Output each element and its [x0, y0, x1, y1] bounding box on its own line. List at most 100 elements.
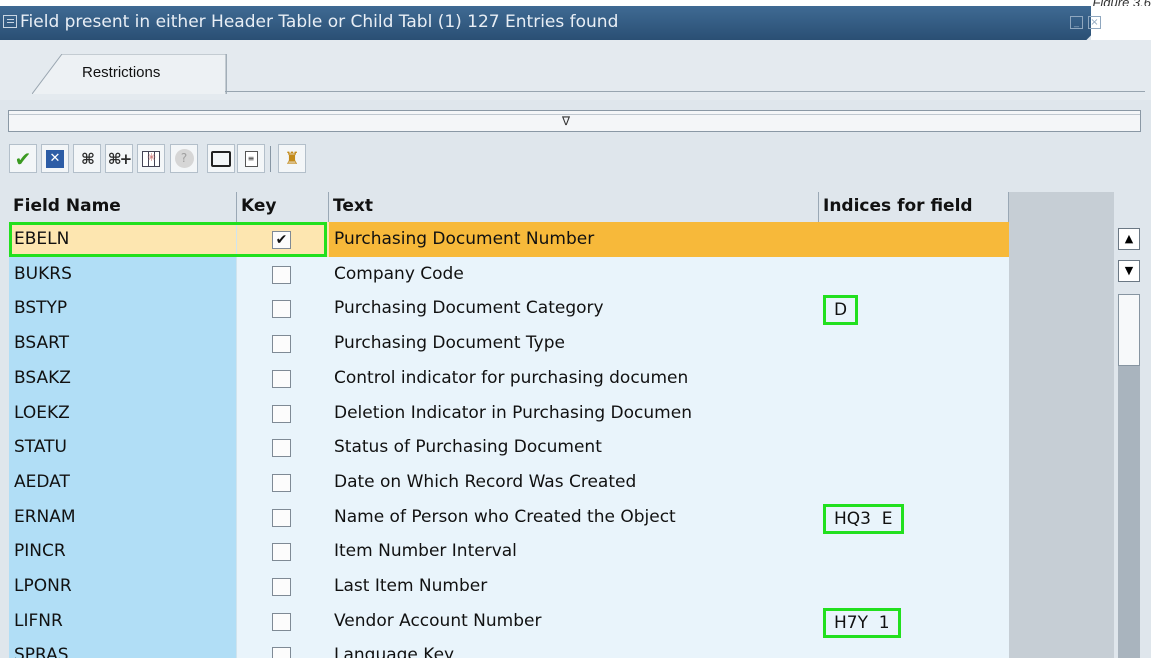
- key-checkbox[interactable]: [272, 543, 291, 562]
- field-name-cell[interactable]: SPRAS: [9, 638, 237, 658]
- tab-label: Restrictions: [82, 64, 161, 81]
- title-bar: Field present in either Header Table or …: [0, 6, 1151, 40]
- key-cell: [237, 360, 329, 396]
- scroll-thumb[interactable]: [1118, 294, 1140, 366]
- indices-cell: D: [819, 291, 1009, 327]
- find-button[interactable]: ⌘: [73, 144, 101, 173]
- indices-cell: [819, 360, 1009, 396]
- key-checkbox[interactable]: [272, 612, 291, 631]
- indices-cell: [819, 326, 1009, 362]
- table-row[interactable]: BSAKZ Control indicator for purchasing do…: [9, 360, 1009, 396]
- choose-icon: [142, 150, 160, 167]
- field-name-cell[interactable]: BSAKZ: [9, 360, 237, 396]
- key-checkbox[interactable]: [272, 439, 291, 458]
- column-header-key[interactable]: Key: [237, 192, 329, 222]
- column-header-field-name[interactable]: Field Name: [9, 192, 237, 222]
- tab-strip: Restrictions: [0, 40, 1151, 100]
- field-name-cell[interactable]: PINCR: [9, 534, 237, 570]
- table-row[interactable]: PINCR Item Number Interval: [9, 534, 1009, 570]
- table-row[interactable]: LIFNR Vendor Account Number H7Y 1: [9, 603, 1009, 639]
- table-row[interactable]: SPRAS Language Key: [9, 638, 1009, 658]
- toolbar: ✔ ✕ ⌘ ⌘+ ? ≡ ♜: [0, 132, 1151, 188]
- grid-side-panel: [1009, 192, 1114, 658]
- table-row[interactable]: BSTYP Purchasing Document Category D: [9, 291, 1009, 327]
- text-cell[interactable]: Control indicator for purchasing documen: [329, 360, 819, 396]
- find-next-button[interactable]: ⌘+: [105, 144, 133, 173]
- key-cell: [237, 638, 329, 658]
- key-cell: [237, 291, 329, 327]
- indices-cell: [819, 222, 1009, 257]
- key-checkbox[interactable]: [272, 578, 291, 596]
- indices-cell: [819, 464, 1009, 500]
- table-row[interactable]: LOEKZ Deletion Indicator in Purchasing Do…: [9, 395, 1009, 431]
- tool-button[interactable]: ♜: [278, 144, 306, 173]
- key-checkbox[interactable]: [272, 508, 291, 527]
- field-name-cell[interactable]: BSTYP: [9, 291, 237, 327]
- results-table: Field Name Key Text Indices for field EB…: [9, 192, 1009, 658]
- field-name-cell[interactable]: LIFNR: [9, 603, 237, 639]
- help-button[interactable]: ?: [170, 144, 198, 173]
- toolbar-separator: [270, 146, 271, 172]
- table-row[interactable]: LPONR Last Item Number: [9, 569, 1009, 604]
- column-header-text[interactable]: Text: [329, 192, 819, 222]
- close-icon[interactable]: ×: [1088, 16, 1101, 29]
- key-checkbox[interactable]: [272, 369, 291, 388]
- text-cell[interactable]: Status of Purchasing Document: [329, 430, 819, 466]
- scroll-up-icon[interactable]: ▲: [1118, 228, 1140, 250]
- scroll-track[interactable]: [1118, 366, 1140, 658]
- key-checkbox[interactable]: [272, 404, 291, 423]
- print-button[interactable]: [207, 144, 235, 173]
- cancel-button[interactable]: ✕: [41, 144, 69, 173]
- column-header-indices[interactable]: Indices for field: [819, 192, 1009, 222]
- text-cell[interactable]: Purchasing Document Number: [329, 222, 819, 257]
- indices-cell: HQ3 E: [819, 499, 1009, 535]
- field-name-cell[interactable]: ERNAM: [9, 499, 237, 535]
- vertical-scrollbar[interactable]: ▲ ▼: [1114, 222, 1146, 658]
- indices-cell: [819, 430, 1009, 466]
- table-row[interactable]: BSART Purchasing Document Type: [9, 326, 1009, 362]
- key-checkbox[interactable]: [272, 300, 291, 319]
- text-cell[interactable]: Date on Which Record Was Created: [329, 464, 819, 500]
- document-button[interactable]: ≡: [237, 144, 265, 173]
- text-cell[interactable]: Item Number Interval: [329, 534, 819, 570]
- text-cell[interactable]: Company Code: [329, 256, 819, 292]
- field-name-cell[interactable]: AEDAT: [9, 464, 237, 500]
- field-name-cell[interactable]: LPONR: [9, 569, 237, 604]
- index-value-highlight: H7Y 1: [823, 607, 901, 638]
- text-cell[interactable]: Language Key: [329, 638, 819, 658]
- index-value-highlight: D: [823, 295, 859, 326]
- tool-icon: ♜: [284, 148, 300, 169]
- key-cell: [237, 603, 329, 639]
- find-next-icon: ⌘+: [107, 149, 133, 168]
- text-cell[interactable]: Deletion Indicator in Purchasing Documen: [329, 395, 819, 431]
- key-cell: [237, 534, 329, 570]
- scroll-down-icon[interactable]: ▼: [1118, 260, 1140, 282]
- text-cell[interactable]: Vendor Account Number: [329, 603, 819, 639]
- choose-button[interactable]: [137, 144, 165, 173]
- table-row[interactable]: EBELN ✔ Purchasing Document Number: [9, 222, 1009, 257]
- text-cell[interactable]: Purchasing Document Type: [329, 326, 819, 362]
- window-menu-icon[interactable]: [3, 15, 17, 28]
- field-name-cell[interactable]: BSART: [9, 326, 237, 362]
- text-cell[interactable]: Purchasing Document Category: [329, 291, 819, 327]
- table-row[interactable]: ERNAM Name of Person who Created the Obje…: [9, 499, 1009, 535]
- collapse-arrow-icon[interactable]: ∇: [562, 114, 570, 128]
- key-checkbox[interactable]: [272, 473, 291, 492]
- key-cell: [237, 464, 329, 500]
- tab-restrictions[interactable]: Restrictions: [32, 54, 227, 94]
- table-row[interactable]: AEDAT Date on Which Record Was Created: [9, 464, 1009, 500]
- text-cell[interactable]: Last Item Number: [329, 569, 819, 604]
- table-row[interactable]: STATU Status of Purchasing Document: [9, 430, 1009, 466]
- field-name-cell[interactable]: LOEKZ: [9, 395, 237, 431]
- field-name-cell[interactable]: STATU: [9, 430, 237, 466]
- indices-cell: [819, 256, 1009, 292]
- field-name-cell[interactable]: BUKRS: [9, 256, 237, 292]
- text-cell[interactable]: Name of Person who Created the Object: [329, 499, 819, 535]
- key-checkbox[interactable]: [272, 335, 291, 354]
- key-checkbox[interactable]: [272, 647, 291, 658]
- key-checkbox[interactable]: [272, 265, 291, 284]
- check-button[interactable]: ✔: [9, 144, 37, 173]
- minimize-icon[interactable]: _: [1070, 16, 1083, 29]
- table-row[interactable]: BUKRS Company Code: [9, 256, 1009, 292]
- collapse-splitter[interactable]: ∇: [8, 110, 1141, 132]
